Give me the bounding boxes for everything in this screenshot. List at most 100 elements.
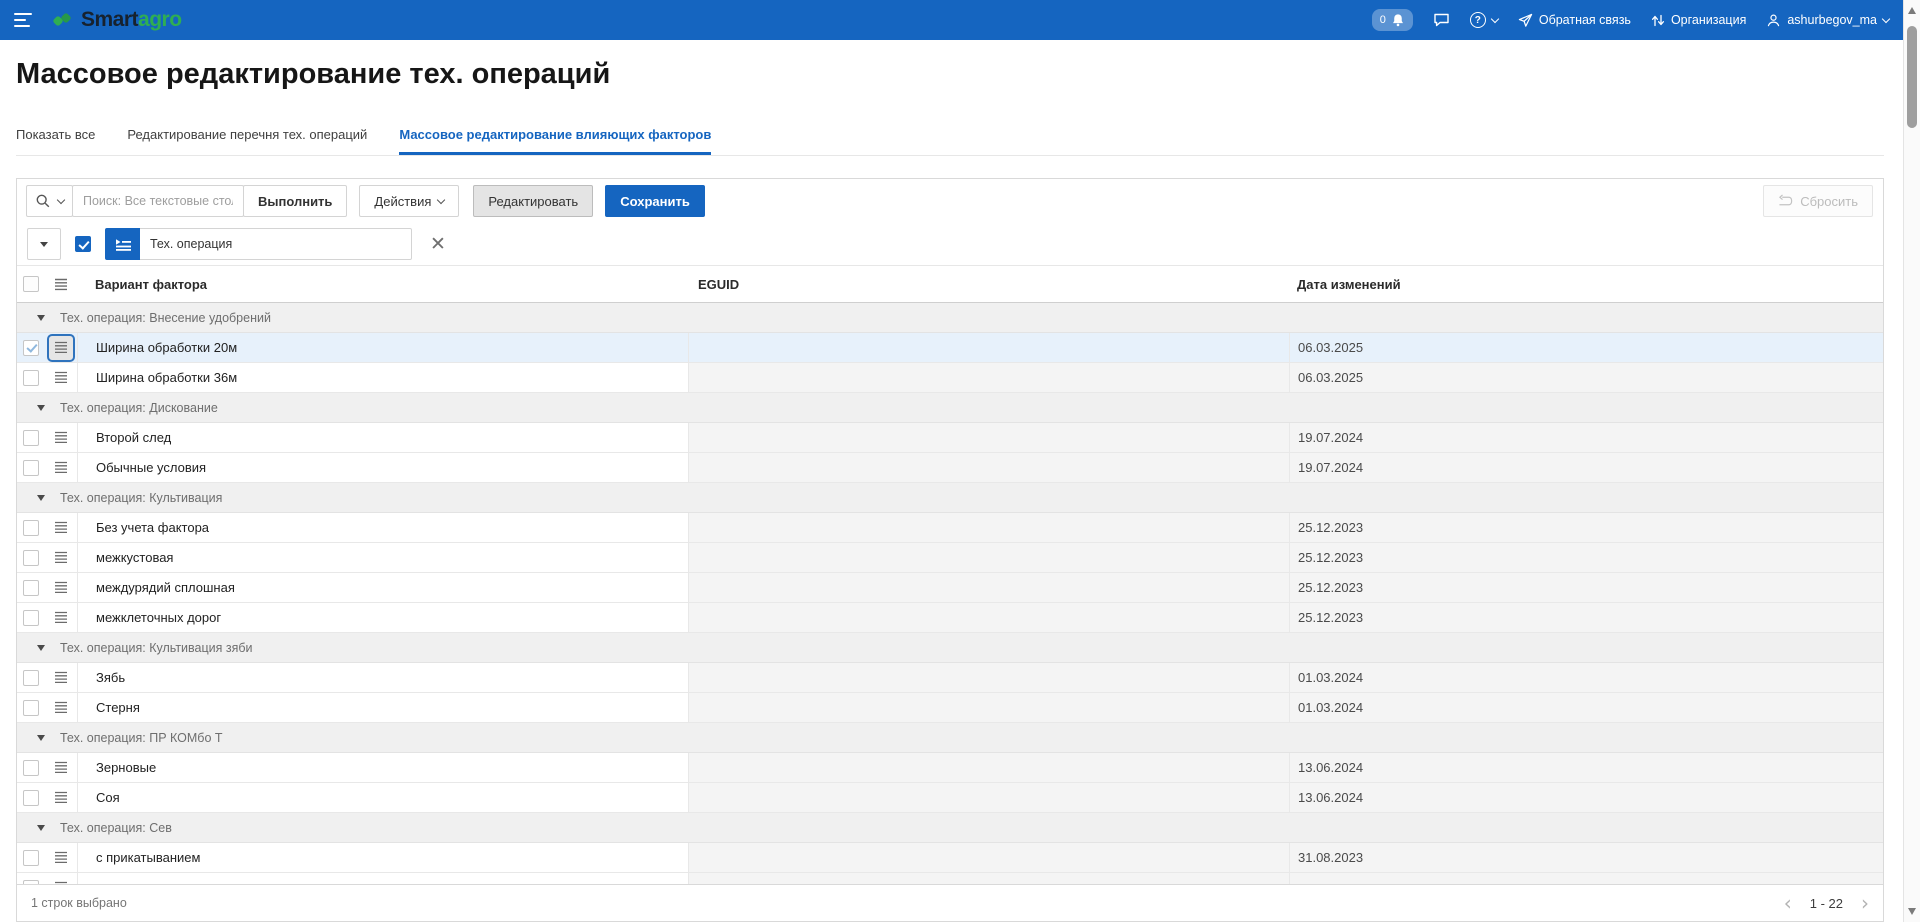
cell-eguid[interactable] xyxy=(688,873,1289,884)
row-menu-button[interactable] xyxy=(49,576,73,600)
cell-date[interactable]: 25.12.2023 xyxy=(1289,573,1883,603)
row-checkbox[interactable] xyxy=(23,520,39,536)
cell-date[interactable]: 19.07.2024 xyxy=(1289,453,1883,483)
row-menu-button[interactable] xyxy=(49,876,73,885)
feedback-button[interactable]: Обратная связь xyxy=(1518,13,1631,28)
row-menu-button[interactable] xyxy=(49,666,73,690)
cell-eguid[interactable] xyxy=(688,663,1289,693)
row-menu-button[interactable] xyxy=(49,846,73,870)
page-scrollbar[interactable] xyxy=(1903,0,1920,922)
cell-eguid[interactable] xyxy=(688,573,1289,603)
search-column-selector-button[interactable] xyxy=(26,185,73,217)
cell-factor[interactable] xyxy=(77,873,688,884)
row-menu-button[interactable] xyxy=(49,756,73,780)
cell-date[interactable]: 01.03.2024 xyxy=(1289,663,1883,693)
cell-factor[interactable]: межкустовая xyxy=(77,543,688,573)
control-break-button[interactable] xyxy=(105,228,141,260)
row-checkbox[interactable] xyxy=(23,430,39,446)
cell-eguid[interactable] xyxy=(688,423,1289,453)
header-menu-icon[interactable] xyxy=(54,278,68,291)
row-checkbox[interactable] xyxy=(23,700,39,716)
cell-eguid[interactable] xyxy=(688,453,1289,483)
break-column-input[interactable] xyxy=(140,228,412,260)
cell-date[interactable]: 13.06.2024 xyxy=(1289,783,1883,813)
help-menu[interactable]: ? xyxy=(1470,12,1498,28)
scrollbar-thumb[interactable] xyxy=(1907,26,1917,128)
row-checkbox[interactable] xyxy=(23,850,39,866)
cell-eguid[interactable] xyxy=(688,363,1289,393)
cell-eguid[interactable] xyxy=(688,333,1289,363)
column-header-date[interactable]: Дата изменений xyxy=(1289,277,1883,292)
cell-factor[interactable]: межклеточных дорог xyxy=(77,603,688,633)
row-selector-menu-button[interactable] xyxy=(27,228,61,260)
row-checkbox[interactable] xyxy=(23,760,39,776)
user-menu[interactable]: ashurbegov_ma xyxy=(1766,13,1889,28)
group-row[interactable]: Тех. операция: Дискование xyxy=(17,393,1883,423)
cell-date[interactable]: 31.08.2023 xyxy=(1289,843,1883,873)
row-menu-button[interactable] xyxy=(49,456,73,480)
group-row[interactable]: Тех. операция: Внесение удобрений xyxy=(17,303,1883,333)
column-header-factor[interactable]: Вариант фактора xyxy=(77,277,688,292)
row-menu-button[interactable] xyxy=(49,516,73,540)
group-row[interactable]: Тех. операция: Культивация xyxy=(17,483,1883,513)
row-checkbox[interactable] xyxy=(23,340,39,356)
cell-factor[interactable]: Зябь xyxy=(77,663,688,693)
reset-button[interactable]: Сбросить xyxy=(1763,185,1873,217)
save-button[interactable]: Сохранить xyxy=(605,185,705,217)
cell-factor[interactable]: Второй след xyxy=(77,423,688,453)
app-logo[interactable]: Smartagro xyxy=(50,8,182,32)
tab-mass-edit-factors[interactable]: Массовое редактирование влияющих факторо… xyxy=(399,127,711,155)
row-checkbox[interactable] xyxy=(23,550,39,566)
notifications-button[interactable]: 0 xyxy=(1372,9,1413,31)
group-collapse-icon[interactable] xyxy=(37,315,45,321)
group-row[interactable]: Тех. операция: Сев xyxy=(17,813,1883,843)
cell-factor[interactable]: с прикатыванием xyxy=(77,843,688,873)
cell-date[interactable]: 19.07.2024 xyxy=(1289,423,1883,453)
group-row[interactable]: Тех. операция: Культивация зяби xyxy=(17,633,1883,663)
cell-factor[interactable]: междурядий сплошная xyxy=(77,573,688,603)
column-header-eguid[interactable]: EGUID xyxy=(688,277,1289,292)
cell-eguid[interactable] xyxy=(688,693,1289,723)
cell-factor[interactable]: Стерня xyxy=(77,693,688,723)
cell-factor[interactable]: Зерновые xyxy=(77,753,688,783)
row-checkbox[interactable] xyxy=(23,370,39,386)
row-checkbox[interactable] xyxy=(23,670,39,686)
cell-date[interactable] xyxy=(1289,873,1883,884)
row-checkbox[interactable] xyxy=(23,790,39,806)
group-row[interactable]: Тех. операция: ПР КОМбо Т xyxy=(17,723,1883,753)
search-input[interactable] xyxy=(72,185,244,217)
row-checkbox[interactable] xyxy=(23,460,39,476)
nav-menu-icon[interactable] xyxy=(14,13,34,27)
select-all-checkbox[interactable] xyxy=(23,276,39,292)
scrollbar-down-icon[interactable] xyxy=(1908,908,1916,915)
cell-date[interactable]: 06.03.2025 xyxy=(1289,363,1883,393)
row-checkbox[interactable] xyxy=(23,580,39,596)
chat-button[interactable] xyxy=(1433,12,1450,28)
cell-eguid[interactable] xyxy=(688,783,1289,813)
row-menu-button[interactable] xyxy=(49,786,73,810)
row-menu-button[interactable] xyxy=(49,426,73,450)
organization-button[interactable]: Организация xyxy=(1651,13,1746,28)
break-enabled-checkbox[interactable] xyxy=(75,236,91,252)
row-menu-button[interactable] xyxy=(49,546,73,570)
cell-factor[interactable]: Соя xyxy=(77,783,688,813)
scrollbar-up-icon[interactable] xyxy=(1908,7,1916,14)
cell-eguid[interactable] xyxy=(688,513,1289,543)
group-collapse-icon[interactable] xyxy=(37,405,45,411)
go-button[interactable]: Выполнить xyxy=(243,185,347,217)
row-checkbox[interactable] xyxy=(23,610,39,626)
group-collapse-icon[interactable] xyxy=(37,825,45,831)
group-collapse-icon[interactable] xyxy=(37,645,45,651)
tab-show-all[interactable]: Показать все xyxy=(16,127,95,155)
cell-date[interactable]: 13.06.2024 xyxy=(1289,753,1883,783)
pagination-next-icon[interactable]: › xyxy=(1861,893,1869,913)
cell-eguid[interactable] xyxy=(688,543,1289,573)
actions-menu-button[interactable]: Действия xyxy=(359,185,459,217)
cell-date[interactable]: 06.03.2025 xyxy=(1289,333,1883,363)
cell-date[interactable]: 25.12.2023 xyxy=(1289,513,1883,543)
tab-edit-operations-list[interactable]: Редактирование перечня тех. операций xyxy=(127,127,367,155)
cell-date[interactable]: 01.03.2024 xyxy=(1289,693,1883,723)
row-menu-button[interactable] xyxy=(49,696,73,720)
cell-date[interactable]: 25.12.2023 xyxy=(1289,603,1883,633)
edit-button[interactable]: Редактировать xyxy=(473,185,593,217)
